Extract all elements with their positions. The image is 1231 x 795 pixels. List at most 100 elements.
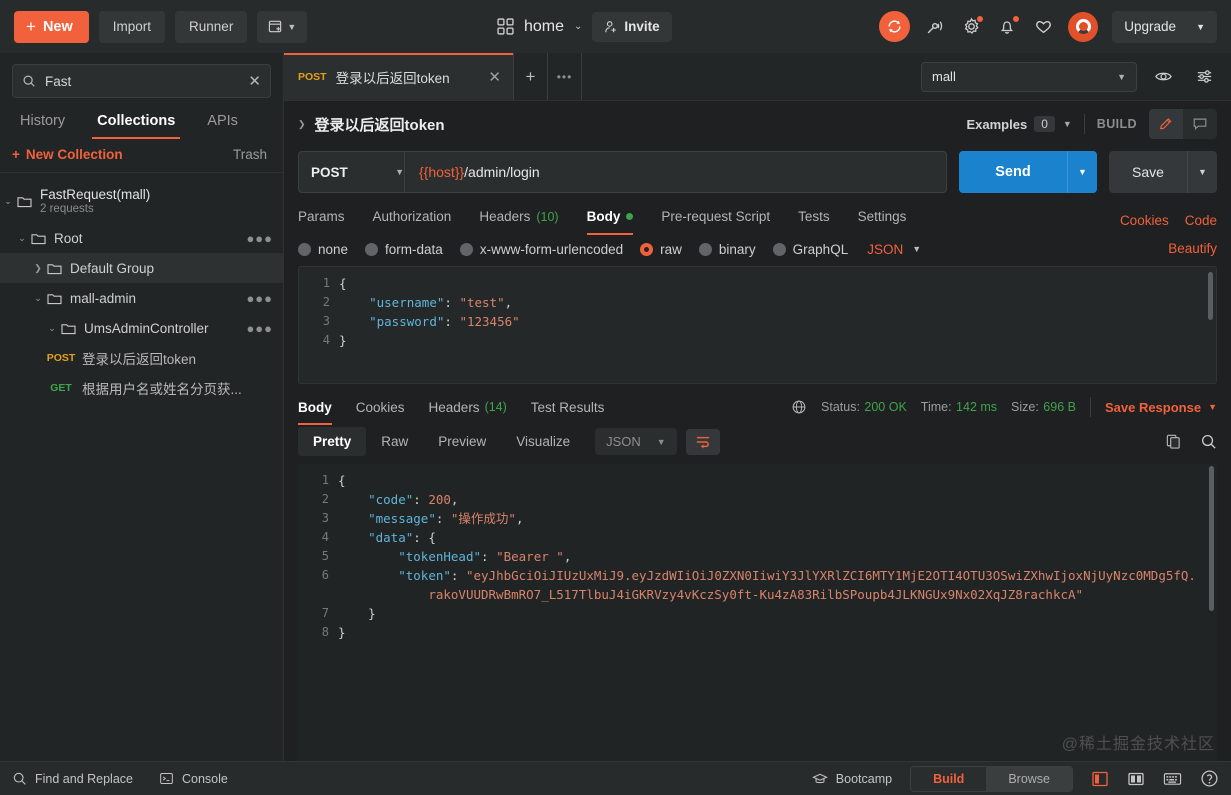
search-box[interactable]: ✕ — [12, 64, 271, 98]
comment-button[interactable] — [1183, 109, 1217, 139]
save-options-button[interactable]: ▼ — [1187, 151, 1217, 193]
body-type-form-data[interactable]: form-data — [365, 242, 443, 257]
favorites-button[interactable] — [1032, 16, 1054, 38]
build-toggle[interactable]: Build — [911, 766, 987, 791]
request-tab-login-token[interactable]: POST 登录以后返回token ✕ — [284, 53, 514, 100]
sidebar-tab-apis[interactable]: APIs — [191, 106, 254, 139]
new-button[interactable]: + New — [14, 10, 89, 43]
browse-toggle[interactable]: Browse — [986, 766, 1072, 791]
chevron-down-icon[interactable]: ⌄ — [44, 323, 60, 334]
help-circle-icon[interactable] — [1200, 769, 1219, 788]
request-body-editor[interactable]: 1 2 3 4 { "username": "test", "password"… — [298, 266, 1217, 384]
tree-request-page-list[interactable]: GET 根据用户名或姓名分页获... — [0, 373, 283, 403]
edit-mode-button[interactable] — [1149, 109, 1183, 139]
send-options-button[interactable]: ▼ — [1067, 151, 1097, 193]
beautify-link[interactable]: Beautify — [1168, 241, 1217, 256]
sync-button[interactable] — [879, 11, 911, 42]
satellite-button[interactable] — [924, 16, 946, 38]
chevron-down-icon[interactable]: ⌄ — [14, 233, 30, 244]
keyboard-icon[interactable] — [1163, 770, 1182, 787]
view-tab-raw[interactable]: Raw — [366, 427, 423, 456]
tab-params[interactable]: Params — [298, 205, 359, 235]
folder-more-icon[interactable]: ●●● — [246, 231, 273, 246]
find-and-replace-button[interactable]: Find and Replace — [12, 771, 133, 786]
collection-item[interactable]: ⌄ FastRequest(mall) 2 requests — [0, 179, 283, 223]
code-link[interactable]: Code — [1185, 213, 1217, 228]
environment-settings-button[interactable] — [1189, 62, 1219, 92]
response-tab-test-results[interactable]: Test Results — [519, 398, 617, 425]
bootcamp-button[interactable]: Bootcamp — [811, 772, 892, 786]
tree-folder-ums-admin-controller[interactable]: ⌄ UmsAdminController ●●● — [0, 313, 283, 343]
tree-request-login-token[interactable]: POST 登录以后返回token — [0, 343, 283, 373]
chevron-down-icon[interactable]: ⌄ — [0, 196, 16, 207]
tab-authorization[interactable]: Authorization — [359, 205, 466, 235]
response-format-select[interactable]: JSON ▼ — [595, 428, 677, 455]
body-type-urlencoded[interactable]: x-www-form-urlencoded — [459, 242, 623, 257]
environment-quick-look-button[interactable] — [1148, 62, 1178, 92]
console-button[interactable]: Console — [159, 771, 228, 786]
request-editor-scrollbar[interactable] — [1208, 272, 1213, 320]
sidebar-layout-icon[interactable] — [1091, 770, 1109, 788]
trash-button[interactable]: Trash — [233, 147, 267, 162]
method-select[interactable]: POST ▼ — [298, 151, 416, 193]
chevron-right-icon[interactable]: ❯ — [298, 119, 306, 130]
save-response-button[interactable]: Save Response ▼ — [1105, 400, 1217, 415]
chevron-down-icon[interactable]: ⌄ — [574, 21, 582, 32]
settings-button[interactable] — [960, 14, 985, 38]
notifications-button[interactable] — [996, 14, 1021, 38]
tree-folder-default-group[interactable]: ❯ Default Group — [0, 253, 283, 283]
view-tab-pretty[interactable]: Pretty — [298, 427, 367, 456]
environment-select[interactable]: mall ▼ — [921, 61, 1137, 92]
tab-tests[interactable]: Tests — [784, 205, 844, 235]
search-icon[interactable] — [1200, 433, 1217, 450]
close-icon[interactable]: ✕ — [474, 68, 501, 86]
new-tab-button[interactable]: + — [514, 53, 548, 100]
tab-options-button[interactable]: ••• — [548, 53, 582, 100]
tab-headers[interactable]: Headers (10) — [465, 205, 572, 235]
send-button[interactable]: Send — [959, 151, 1067, 193]
response-scrollbar[interactable] — [1209, 466, 1214, 611]
cookies-link[interactable]: Cookies — [1120, 213, 1169, 228]
body-type-binary[interactable]: binary — [698, 242, 756, 257]
chevron-down-icon[interactable]: ⌄ — [30, 293, 46, 304]
clear-search-icon[interactable]: ✕ — [248, 72, 261, 90]
two-pane-layout-icon[interactable] — [1127, 770, 1145, 788]
chevron-right-icon[interactable]: ❯ — [30, 263, 46, 274]
tab-settings[interactable]: Settings — [844, 205, 921, 235]
response-body-code[interactable]: { "code": 200, "message": "操作成功", "data"… — [338, 464, 1217, 761]
sidebar-tab-history[interactable]: History — [4, 106, 81, 139]
tree-folder-mall-admin[interactable]: ⌄ mall-admin ●●● — [0, 283, 283, 313]
tree-folder-root[interactable]: ⌄ Root ●●● — [0, 223, 283, 253]
view-tab-preview[interactable]: Preview — [423, 427, 501, 456]
tab-pre-request-script[interactable]: Pre-request Script — [647, 205, 784, 235]
save-button[interactable]: Save — [1109, 151, 1187, 193]
new-window-button[interactable]: ▼ — [257, 10, 308, 43]
runner-button[interactable]: Runner — [175, 10, 248, 43]
new-collection-button[interactable]: + New Collection — [12, 147, 123, 162]
body-type-none[interactable]: none — [298, 242, 348, 257]
user-avatar[interactable] — [1068, 11, 1099, 42]
word-wrap-button[interactable] — [685, 428, 720, 455]
view-tab-visualize[interactable]: Visualize — [501, 427, 585, 456]
request-body-code[interactable]: { "username": "test", "password": "12345… — [339, 267, 1216, 383]
upgrade-button[interactable]: Upgrade ▼ — [1112, 10, 1217, 43]
body-format-select[interactable]: JSON ▼ — [867, 242, 921, 257]
response-tab-body[interactable]: Body — [298, 398, 344, 425]
search-input[interactable] — [45, 73, 240, 89]
folder-more-icon[interactable]: ●●● — [246, 291, 273, 306]
folder-more-icon[interactable]: ●●● — [246, 321, 273, 336]
response-body-viewer[interactable]: 1 2 3 4 5 6 7 8 { "code": 200, "message": "操作成功… — [298, 464, 1217, 761]
body-type-graphql[interactable]: GraphQL — [772, 242, 848, 257]
examples-selector[interactable]: Examples 0 ▼ — [966, 116, 1072, 132]
response-tab-cookies[interactable]: Cookies — [344, 398, 417, 425]
sidebar-tab-collections[interactable]: Collections — [81, 106, 191, 139]
copy-icon[interactable] — [1165, 433, 1182, 450]
url-input[interactable]: {{host}}/admin/login — [404, 151, 947, 193]
workspace-name[interactable]: home — [524, 18, 564, 36]
import-button[interactable]: Import — [98, 10, 166, 43]
globe-icon[interactable] — [791, 399, 807, 415]
body-type-raw[interactable]: raw — [640, 242, 682, 257]
tab-body[interactable]: Body — [573, 205, 648, 235]
response-tab-headers[interactable]: Headers (14) — [417, 398, 519, 425]
invite-button[interactable]: Invite — [592, 11, 672, 42]
